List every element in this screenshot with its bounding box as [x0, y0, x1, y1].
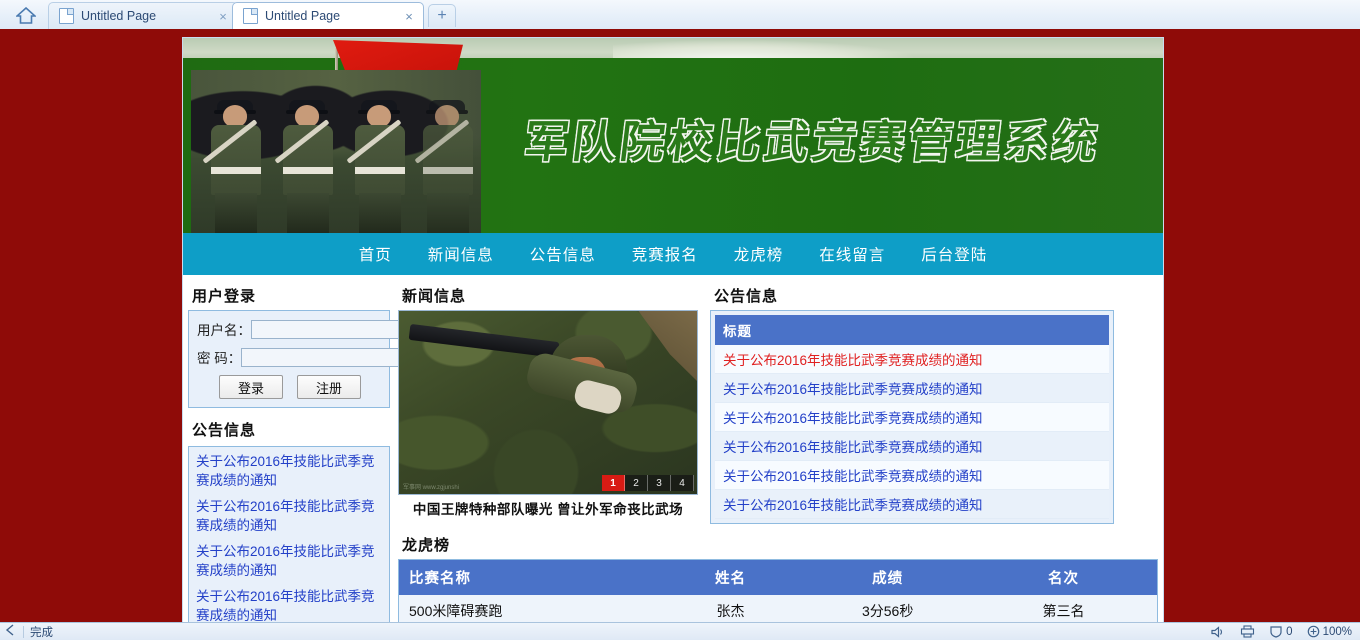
cell-name: 张杰 — [655, 595, 806, 623]
browser-tab-2-close-icon[interactable]: × — [401, 8, 417, 24]
shield-icon[interactable]: 0 — [1269, 625, 1293, 638]
leaderboard-panel: 比赛名称 姓名 成绩 名次 500米障碍赛跑 张杰 3分56秒 第三名 — [398, 559, 1158, 623]
protected-count: 0 — [1286, 625, 1293, 638]
table-row: 关于公布2016年技能比武季竞赛成绩的通知 — [715, 460, 1109, 490]
table-header-row: 标题 — [715, 315, 1109, 345]
nav-item-leaderboard[interactable]: 龙虎榜 — [716, 243, 802, 265]
password-input[interactable] — [241, 347, 424, 367]
browser-tab-1[interactable]: Untitled Page × — [48, 2, 238, 29]
image-watermark: 军事网 www.zgjunshi — [403, 485, 460, 491]
status-text: 完成 — [30, 626, 53, 639]
soldier — [274, 100, 339, 233]
leaderboard-title: 龙虎榜 — [402, 537, 451, 554]
col-score: 成绩 — [805, 560, 970, 595]
table-header-row: 比赛名称 姓名 成绩 名次 — [399, 560, 1157, 595]
nav-item-signup[interactable]: 竞赛报名 — [614, 243, 716, 265]
notice-section: 公告信息 标题 关于公布2016年技能比武季竞赛成绩的通知 关于公布2016年技… — [710, 282, 1114, 524]
col-rank: 名次 — [969, 560, 1157, 595]
site-title: 军队院校比武竞赛管理系统 — [521, 117, 1104, 168]
list-item[interactable]: 关于公布2016年技能比武季竞赛成绩的通知 — [196, 587, 383, 623]
table-row: 500米障碍赛跑 张杰 3分56秒 第三名 — [399, 595, 1157, 623]
notice-link[interactable]: 关于公布2016年技能比武季竞赛成绩的通知 — [723, 353, 983, 368]
website-container: 军队院校比武竞赛管理系统 首页 新闻信息 公告信息 竞赛报名 龙虎榜 在线留言 … — [183, 38, 1163, 623]
browser-tab-1-label: Untitled Page — [81, 9, 157, 23]
zoom-level-label: 100% — [1322, 625, 1352, 638]
table-row: 关于公布2016年技能比武季竞赛成绩的通知 — [715, 431, 1109, 461]
list-item[interactable]: 关于公布2016年技能比武季竞赛成绩的通知 — [196, 542, 383, 587]
notice-section-title: 公告信息 — [714, 288, 779, 305]
slide-page-4[interactable]: 4 — [671, 475, 694, 491]
notice-link[interactable]: 关于公布2016年技能比武季竞赛成绩的通知 — [723, 440, 983, 455]
slide-page-1[interactable]: 1 — [602, 475, 625, 491]
password-label: 密 码： — [197, 351, 242, 366]
register-button[interactable]: 注册 — [297, 375, 361, 399]
soldier — [414, 100, 479, 233]
nav-item-admin[interactable]: 后台登陆 — [903, 243, 1005, 265]
login-section-title: 用户登录 — [192, 288, 257, 305]
status-bar: 完成 0 100% — [0, 622, 1360, 640]
password-row: 密 码： — [197, 347, 424, 367]
main-content: 用户登录 用户名： 密 码： 登录 注册 公告信息 关于公布2016年技能比武季… — [183, 278, 1163, 623]
table-row: 关于公布2016年技能比武季竞赛成绩的通知 — [715, 345, 1109, 374]
notice-link[interactable]: 关于公布2016年技能比武季竞赛成绩的通知 — [723, 411, 983, 426]
notice-link[interactable]: 关于公布2016年技能比武季竞赛成绩的通知 — [723, 498, 983, 513]
printer-icon[interactable] — [1240, 625, 1255, 638]
notice-col-title: 标题 — [715, 315, 1109, 345]
username-label: 用户名： — [197, 323, 251, 338]
sidebar-notice-list: 关于公布2016年技能比武季竞赛成绩的通知 关于公布2016年技能比武季竞赛成绩… — [188, 446, 390, 623]
list-item[interactable]: 关于公布2016年技能比武季竞赛成绩的通知 — [196, 452, 383, 497]
username-input[interactable] — [251, 319, 414, 339]
speaker-icon[interactable] — [1211, 625, 1226, 638]
nav-item-message[interactable]: 在线留言 — [801, 243, 903, 265]
login-button-row: 登录 注册 — [197, 375, 383, 399]
notice-link[interactable]: 关于公布2016年技能比武季竞赛成绩的通知 — [723, 469, 983, 484]
browser-tab-2-label: Untitled Page — [265, 9, 341, 23]
page-icon — [243, 8, 258, 24]
cell-score: 3分56秒 — [805, 595, 970, 623]
main-navigation: 首页 新闻信息 公告信息 竞赛报名 龙虎榜 在线留言 后台登陆 — [183, 233, 1163, 278]
new-tab-button[interactable]: + — [428, 4, 456, 27]
back-arrow-icon — [4, 624, 17, 639]
soldier — [202, 100, 267, 233]
notice-panel: 标题 关于公布2016年技能比武季竞赛成绩的通知 关于公布2016年技能比武季竞… — [710, 310, 1114, 524]
soldier — [346, 100, 411, 233]
login-button[interactable]: 登录 — [219, 375, 283, 399]
news-section-title: 新闻信息 — [402, 288, 467, 305]
col-match-name: 比赛名称 — [399, 560, 656, 595]
slide-page-2[interactable]: 2 — [625, 475, 648, 491]
notice-table: 标题 关于公布2016年技能比武季竞赛成绩的通知 关于公布2016年技能比武季竞… — [715, 315, 1109, 519]
leaderboard-section: 龙虎榜 比赛名称 姓名 成绩 名次 500米障碍赛跑 张杰 3分56秒 第三名 — [398, 531, 1158, 623]
sidebar-notice-title: 公告信息 — [192, 422, 257, 439]
zoom-level-control[interactable]: 100% — [1307, 625, 1352, 638]
slideshow-pagination: 1 2 3 4 — [602, 475, 694, 491]
status-divider — [23, 625, 24, 638]
cell-match-name: 500米障碍赛跑 — [399, 595, 656, 623]
table-row: 关于公布2016年技能比武季竞赛成绩的通知 — [715, 373, 1109, 403]
news-slideshow-image[interactable]: 军事网 www.zgjunshi 1 2 3 4 — [398, 310, 698, 495]
table-row: 关于公布2016年技能比武季竞赛成绩的通知 — [715, 402, 1109, 432]
page-viewport: 军队院校比武竞赛管理系统 首页 新闻信息 公告信息 竞赛报名 龙虎榜 在线留言 … — [0, 29, 1360, 623]
site-banner: 军队院校比武竞赛管理系统 — [183, 38, 1163, 233]
browser-tab-1-close-icon[interactable]: × — [215, 8, 231, 24]
page-icon — [59, 8, 74, 24]
table-row: 关于公布2016年技能比武季竞赛成绩的通知 — [715, 489, 1109, 519]
home-icon[interactable] — [8, 3, 44, 27]
leaderboard-table: 比赛名称 姓名 成绩 名次 500米障碍赛跑 张杰 3分56秒 第三名 — [399, 560, 1157, 623]
slide-page-3[interactable]: 3 — [648, 475, 671, 491]
news-section: 新闻信息 军事网 www.zgjunshi 1 2 3 4 中国王牌特种部队曝光… — [398, 282, 704, 518]
news-caption[interactable]: 中国王牌特种部队曝光 曾让外军命丧比武场 — [398, 495, 698, 518]
cell-rank: 第三名 — [969, 595, 1157, 623]
browser-tab-2[interactable]: Untitled Page × — [232, 2, 424, 29]
left-sidebar: 用户登录 用户名： 密 码： 登录 注册 公告信息 关于公布2016年技能比武季… — [188, 282, 424, 623]
login-panel: 用户名： 密 码： 登录 注册 — [188, 310, 424, 408]
nav-item-home[interactable]: 首页 — [341, 243, 410, 265]
nav-item-news[interactable]: 新闻信息 — [410, 243, 512, 265]
list-item[interactable]: 关于公布2016年技能比武季竞赛成绩的通知 — [196, 497, 383, 542]
col-name: 姓名 — [655, 560, 806, 595]
notice-link[interactable]: 关于公布2016年技能比武季竞赛成绩的通知 — [723, 382, 983, 397]
username-row: 用户名： — [197, 319, 414, 339]
soldiers-photo — [191, 70, 481, 233]
nav-item-notice[interactable]: 公告信息 — [512, 243, 614, 265]
browser-tab-bar: Untitled Page × Untitled Page × + — [0, 0, 1360, 30]
